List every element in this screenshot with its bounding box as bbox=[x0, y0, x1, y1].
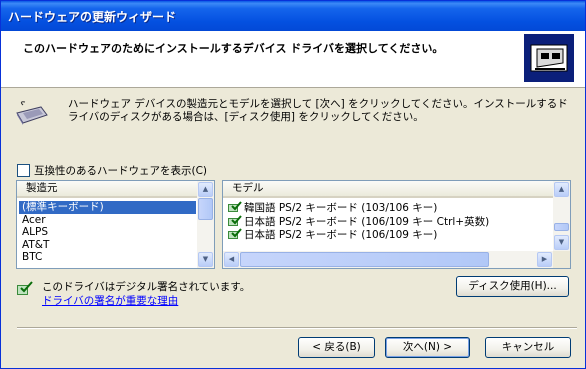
signed-driver-icon bbox=[17, 281, 33, 295]
manufacturer-listbox[interactable]: 製造元 (標準キーボード) Acer ALPS AT&T BTC ▲ ▼ bbox=[16, 180, 215, 269]
bottom-separator bbox=[17, 327, 577, 329]
manufacturer-item[interactable]: BTC bbox=[19, 251, 196, 264]
keyboard-icon bbox=[16, 101, 48, 125]
next-button[interactable]: 次へ(N) > bbox=[385, 337, 470, 358]
model-listbox[interactable]: モデル 韓国語 PS/2 キーボード (103/106 キー) 日本語 PS/2… bbox=[222, 180, 571, 269]
manufacturer-column-header[interactable]: 製造元 bbox=[17, 181, 197, 198]
model-item-label: 韓国語 PS/2 キーボード (103/106 キー) bbox=[244, 202, 438, 214]
have-disk-button[interactable]: ディスク使用(H)... bbox=[456, 276, 569, 297]
scroll-down-arrow-icon[interactable]: ▼ bbox=[554, 235, 569, 250]
wizard-header: このハードウェアのためにインストールするデバイス ドライバを選択してください。 bbox=[1, 31, 585, 88]
model-item-label: 日本語 PS/2 キーボード (106/109 キー Ctrl+英数) bbox=[244, 215, 490, 228]
scroll-left-arrow-icon[interactable]: ◀ bbox=[224, 252, 239, 267]
scrollbar-corner bbox=[553, 251, 570, 268]
cancel-button[interactable]: キャンセル bbox=[485, 337, 571, 358]
scroll-up-arrow-icon[interactable]: ▲ bbox=[554, 182, 569, 197]
window-title: ハードウェアの更新ウィザード bbox=[8, 10, 177, 24]
scroll-thumb[interactable] bbox=[240, 252, 489, 267]
scroll-up-arrow-icon[interactable]: ▲ bbox=[198, 182, 213, 197]
scroll-thumb[interactable] bbox=[554, 223, 569, 231]
model-item-label: 日本語 PS/2 キーボード (106/109 キー) bbox=[244, 229, 438, 241]
driver-signed-status: このドライバはデジタル署名されています。 bbox=[42, 281, 251, 293]
manufacturer-items: (標準キーボード) Acer ALPS AT&T BTC bbox=[19, 201, 196, 264]
model-item[interactable]: 日本語 PS/2 キーボード (106/109 キー) bbox=[225, 228, 552, 242]
signed-driver-icon bbox=[228, 228, 242, 239]
manufacturer-item[interactable]: Acer bbox=[19, 214, 196, 227]
signed-driver-icon bbox=[228, 214, 242, 226]
manufacturer-item[interactable]: ALPS bbox=[19, 226, 196, 239]
scroll-down-arrow-icon[interactable]: ▼ bbox=[198, 252, 213, 267]
driver-signing-link[interactable]: ドライバの署名が重要な理由 bbox=[42, 293, 178, 308]
manufacturer-vertical-scrollbar[interactable]: ▲ ▼ bbox=[197, 181, 214, 268]
hardware-card-icon bbox=[524, 34, 574, 82]
manufacturer-item[interactable]: (標準キーボード) bbox=[19, 201, 196, 214]
compat-checkbox[interactable] bbox=[17, 164, 30, 177]
model-item[interactable]: 日本語 PS/2 キーボード (106/109 キー Ctrl+英数) bbox=[225, 214, 552, 229]
scroll-thumb[interactable] bbox=[198, 198, 213, 220]
wizard-heading: このハードウェアのためにインストールするデバイス ドライバを選択してください。 bbox=[23, 42, 444, 55]
model-horizontal-scrollbar[interactable]: ◀ ▶ bbox=[223, 251, 553, 268]
title-bar[interactable]: ハードウェアの更新ウィザード bbox=[1, 1, 585, 31]
back-button[interactable]: < 戻る(B) bbox=[298, 337, 375, 358]
model-vertical-scrollbar[interactable]: ▲ ▼ bbox=[553, 181, 570, 251]
manufacturer-item[interactable]: AT&T bbox=[19, 239, 196, 252]
model-column-header[interactable]: モデル bbox=[223, 181, 553, 198]
signed-driver-icon bbox=[228, 201, 242, 212]
compat-hardware-option[interactable]: 互換性のあるハードウェアを表示(C) bbox=[17, 163, 207, 178]
hardware-update-wizard-window: ハードウェアの更新ウィザード このハードウェアのためにインストールするデバイス … bbox=[0, 0, 586, 369]
model-item[interactable]: 韓国語 PS/2 キーボード (103/106 キー) bbox=[225, 201, 552, 215]
scroll-right-arrow-icon[interactable]: ▶ bbox=[537, 252, 552, 267]
wizard-description: ハードウェア デバイスの製造元とモデルを選択して [次へ] をクリックしてくださ… bbox=[68, 98, 568, 123]
compat-checkbox-label[interactable]: 互換性のあるハードウェアを表示(C) bbox=[34, 163, 207, 178]
model-items: 韓国語 PS/2 キーボード (103/106 キー) 日本語 PS/2 キーボ… bbox=[225, 201, 552, 242]
